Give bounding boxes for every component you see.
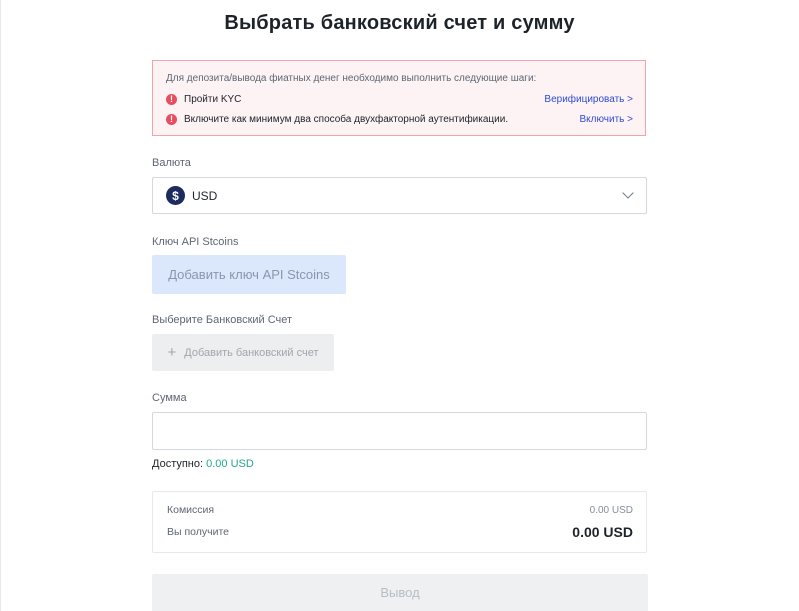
exclamation-circle-icon: ! [166, 113, 177, 125]
available-label: Доступно: [152, 458, 204, 470]
currency-label: Валюта [152, 157, 191, 169]
plus-icon: + [167, 344, 177, 361]
dollar-coin-icon: $ [166, 186, 185, 205]
exclamation-circle-icon: ! [166, 93, 177, 105]
bank-account-label: Выберите Банковский Счет [152, 314, 293, 326]
fee-value: 0.00 USD [589, 504, 633, 516]
add-bank-account-button[interactable]: + Добавить банковский счет [152, 334, 334, 371]
fee-label: Комиссия [167, 504, 215, 516]
api-key-label: Ключ API Stcoins [152, 236, 239, 248]
add-bank-account-label: Добавить банковский счет [184, 346, 319, 359]
alert-step-kyc: ! Пройти KYC Верифицировать > [166, 91, 633, 107]
currency-select[interactable]: $ USD [152, 177, 647, 214]
fee-row: Комиссия 0.00 USD [167, 504, 633, 516]
alert-step-2fa: ! Включите как минимум два способа двухф… [166, 111, 633, 127]
alert-intro: Для депозита/вывода фиатных денег необхо… [166, 73, 537, 84]
amount-label: Сумма [152, 392, 187, 404]
add-api-key-button[interactable]: Добавить ключ API Stcoins [152, 255, 346, 294]
requirements-alert: Для депозита/вывода фиатных денег необхо… [152, 60, 646, 136]
receive-row: Вы получите 0.00 USD [167, 524, 633, 540]
verify-link[interactable]: Верифицировать > [544, 94, 633, 105]
page-title: Выбрать банковский счет и сумму [224, 12, 575, 34]
withdraw-button[interactable]: Вывод [152, 574, 648, 611]
available-balance: Доступно: 0.00 USD [152, 458, 254, 470]
chevron-down-icon [622, 187, 634, 199]
receive-label: Вы получите [167, 526, 230, 538]
available-value: 0.00 USD [206, 458, 254, 470]
amount-input[interactable] [152, 412, 647, 450]
receive-value: 0.00 USD [572, 524, 633, 540]
summary-box: Комиссия 0.00 USD Вы получите 0.00 USD [152, 491, 647, 553]
alert-step-text: Пройти KYC [184, 93, 242, 105]
alert-step-text: Включите как минимум два способа двухфак… [184, 113, 509, 125]
page-left-divider [0, 0, 1, 611]
enable-2fa-link[interactable]: Включить > [580, 114, 633, 125]
currency-selected-value: USD [192, 188, 218, 203]
